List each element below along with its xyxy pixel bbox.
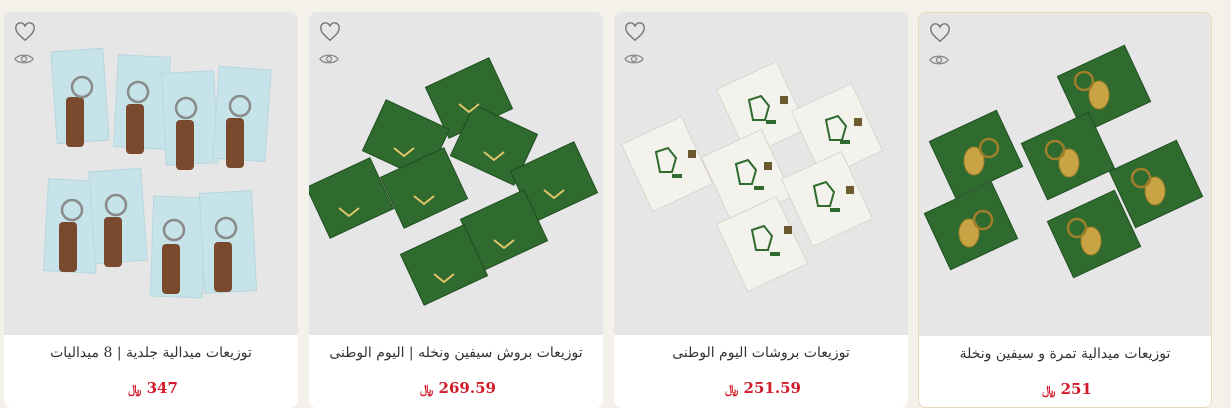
product-card[interactable]: توزيعات ميدالية تمرة و سيفين ونخلة 251 ﷼ <box>918 12 1212 408</box>
product-price: 347 ﷼ <box>4 379 298 397</box>
product-title[interactable]: توزيعات ميدالية تمرة و سيفين ونخلة <box>919 346 1211 362</box>
product-price: 251 ﷼ <box>919 380 1211 398</box>
product-title[interactable]: توزيعات ميدالية جلدية | 8 ميداليات <box>4 345 298 361</box>
price-value: 347 <box>146 379 178 397</box>
quick-view-button[interactable] <box>319 52 341 74</box>
product-grid: توزيعات ميدالية جلدية | 8 ميداليات 347 ﷼ <box>0 0 1231 408</box>
heart-icon <box>930 23 950 43</box>
product-price: 251.59 ﷼ <box>614 379 908 397</box>
wishlist-button[interactable] <box>624 22 646 44</box>
product-image[interactable] <box>919 13 1211 336</box>
currency-icon: ﷼ <box>128 382 142 396</box>
price-value: 251 <box>1060 380 1092 398</box>
product-image[interactable] <box>309 12 603 335</box>
wishlist-button[interactable] <box>319 22 341 44</box>
heart-icon <box>625 22 645 42</box>
product-card[interactable]: توزيعات بروشات اليوم الوطنى 251.59 ﷼ <box>614 12 908 408</box>
eye-icon <box>319 54 339 64</box>
eye-icon <box>14 54 34 64</box>
eye-icon <box>624 54 644 64</box>
product-image[interactable] <box>614 12 908 335</box>
product-image[interactable] <box>4 12 298 335</box>
product-title[interactable]: توزيعات بروش سيفين ونخله | اليوم الوطنى <box>309 345 603 361</box>
heart-icon <box>15 22 35 42</box>
quick-view-button[interactable] <box>624 52 646 74</box>
product-title[interactable]: توزيعات بروشات اليوم الوطنى <box>614 345 908 361</box>
currency-icon: ﷼ <box>1042 383 1056 397</box>
currency-icon: ﷼ <box>420 382 434 396</box>
heart-icon <box>320 22 340 42</box>
wishlist-button[interactable] <box>14 22 36 44</box>
wishlist-button[interactable] <box>929 23 951 45</box>
product-card[interactable]: توزيعات بروش سيفين ونخله | اليوم الوطنى … <box>309 12 603 408</box>
product-price: 269.59 ﷼ <box>309 379 603 397</box>
currency-icon: ﷼ <box>725 382 739 396</box>
price-value: 251.59 <box>743 379 801 397</box>
price-value: 269.59 <box>438 379 496 397</box>
quick-view-button[interactable] <box>929 53 951 75</box>
quick-view-button[interactable] <box>14 52 36 74</box>
product-card[interactable]: توزيعات ميدالية جلدية | 8 ميداليات 347 ﷼ <box>4 12 298 408</box>
eye-icon <box>929 55 949 65</box>
